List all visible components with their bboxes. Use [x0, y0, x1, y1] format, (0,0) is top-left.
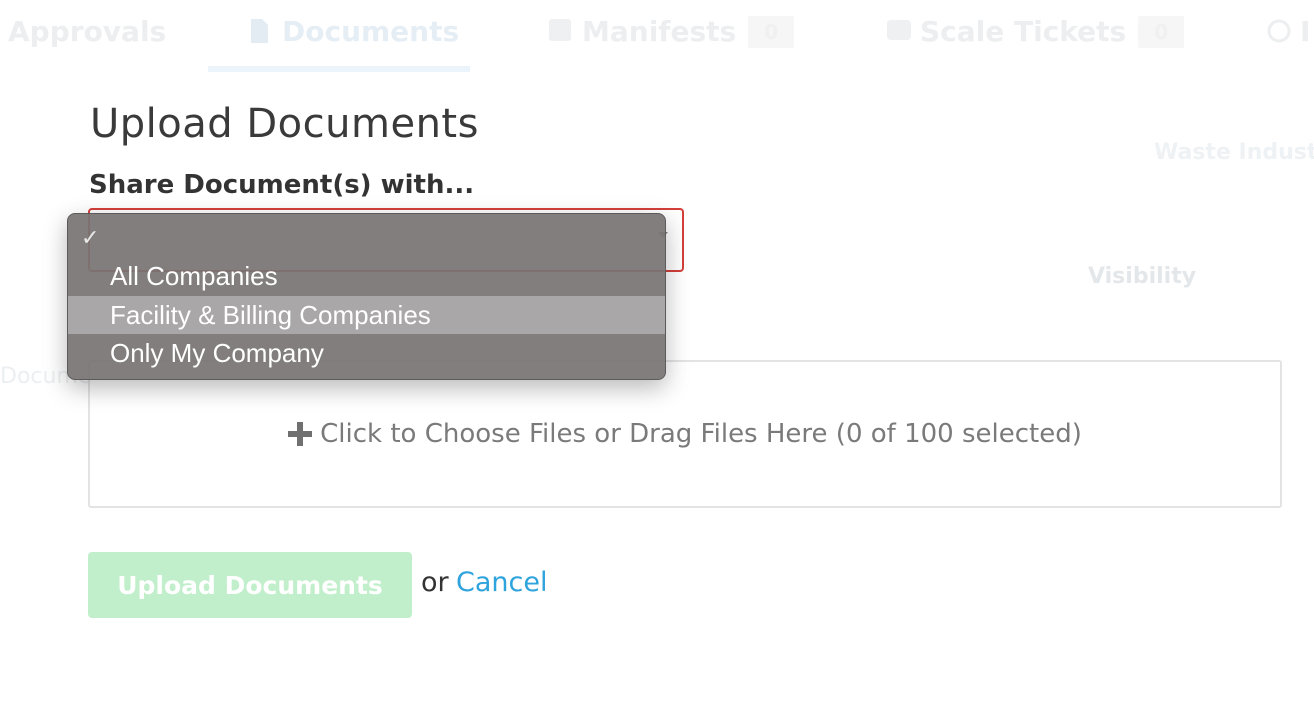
upload-documents-button[interactable]: Upload Documents	[88, 552, 412, 618]
dropdown-option-only-my-company[interactable]: Only My Company	[68, 334, 665, 372]
tab-scale-tickets[interactable]: Scale Tickets 0	[886, 10, 1185, 54]
background-company-name: Waste Industr	[1154, 140, 1314, 165]
dropdown-option-label: Facility & Billing Companies	[110, 300, 431, 330]
page-title: Upload Documents	[90, 100, 479, 147]
tab-bar: Approvals Documents Manifests 0 Scale Ti…	[0, 0, 1314, 72]
document-icon	[248, 18, 270, 46]
share-with-label: Share Document(s) with...	[89, 170, 475, 200]
scale-tickets-count-badge: 0	[1138, 16, 1185, 48]
dropdown-option-label: All Companies	[110, 261, 278, 291]
tab-documents[interactable]: Documents	[248, 10, 459, 54]
dropdown-option-all-companies[interactable]: All Companies	[68, 257, 665, 295]
dropdown-option-label: Only My Company	[110, 338, 324, 368]
file-dropzone[interactable]: Click to Choose Files or Drag Files Here…	[88, 360, 1282, 508]
manifests-count-badge: 0	[748, 16, 795, 48]
share-with-dropdown-menu: ✓ All Companies Facility & Billing Compa…	[67, 213, 666, 380]
dropdown-option-blank[interactable]: ✓	[68, 219, 665, 257]
or-text: or	[421, 567, 449, 598]
tab-history[interactable]: I	[1266, 10, 1310, 54]
check-icon	[548, 18, 571, 46]
cancel-link[interactable]: Cancel	[456, 567, 547, 598]
tab-history-label: I	[1300, 15, 1311, 48]
checkmark-icon: ✓	[81, 225, 100, 250]
active-tab-underline	[208, 66, 470, 72]
tab-documents-label: Documents	[282, 15, 460, 48]
history-icon	[1266, 18, 1291, 46]
scale-icon	[886, 18, 911, 46]
tab-manifests[interactable]: Manifests 0	[548, 10, 795, 54]
dropzone-text: Click to Choose Files or Drag Files Here…	[320, 419, 1082, 449]
tab-scale-tickets-label: Scale Tickets	[920, 15, 1127, 48]
plus-icon	[288, 422, 313, 446]
upload-documents-page: Approvals Documents Manifests 0 Scale Ti…	[0, 0, 1314, 710]
tab-manifests-label: Manifests	[582, 15, 737, 48]
tab-approvals-label: Approvals	[8, 15, 167, 48]
tab-approvals[interactable]: Approvals	[8, 10, 166, 54]
background-visibility-header: Visibility	[1088, 264, 1197, 289]
dropdown-option-facility-billing[interactable]: Facility & Billing Companies	[68, 296, 665, 334]
